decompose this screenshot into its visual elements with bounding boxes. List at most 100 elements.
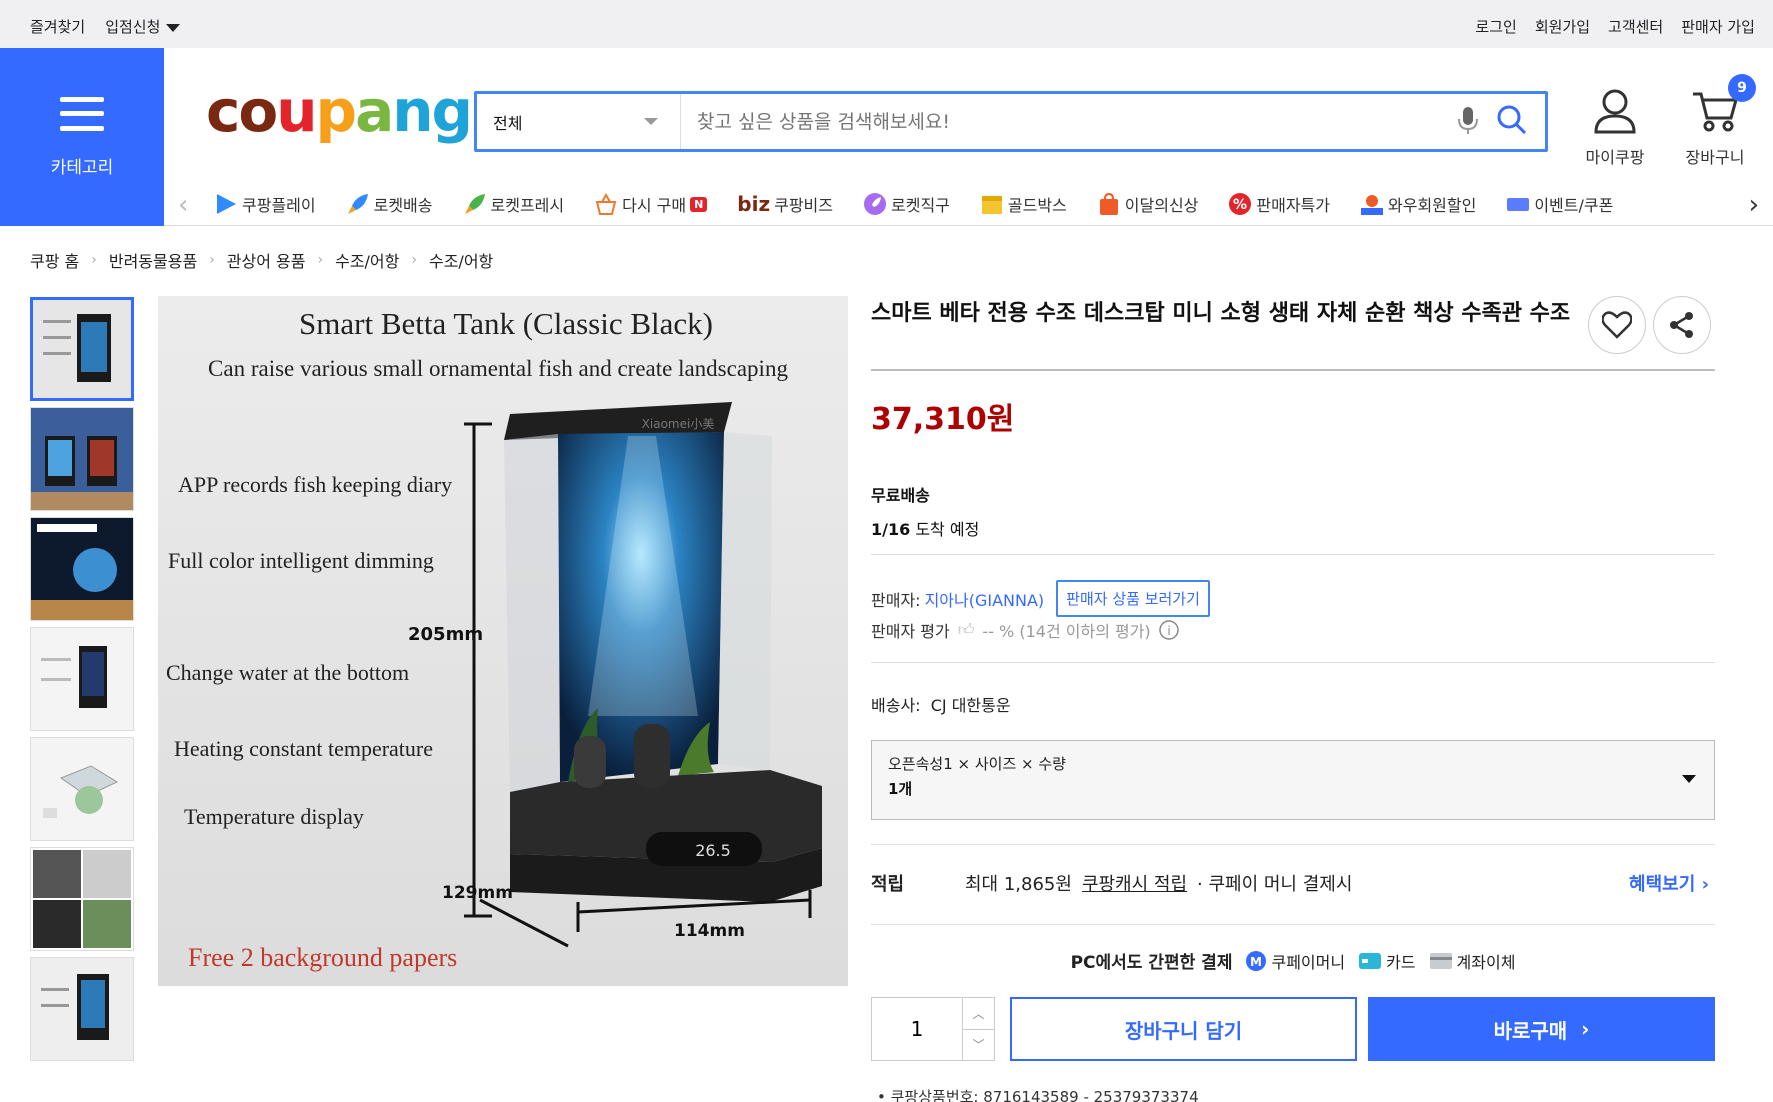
seller-row: 판매자: 지아나(GIANNA) 판매자 상품 보러가기 [871, 580, 1210, 617]
image-feature: APP records fish keeping diary [178, 472, 452, 497]
play-icon [217, 194, 236, 214]
breadcrumb-item[interactable]: 관상어 용품 [227, 248, 306, 272]
nav-item-coupang-play[interactable]: 쿠팡플레이 [214, 192, 316, 216]
thumbnail[interactable] [30, 957, 134, 1061]
image-heading: Smart Betta Tank (Classic Black) [299, 306, 713, 341]
chevron-right-icon: › [317, 252, 324, 268]
arrival-date: 1/16 [871, 520, 911, 539]
seller-rating-row: 판매자 평가 👍︎ -- % (14건 이하의 평가) i [871, 618, 1179, 642]
user-icon [1594, 89, 1636, 134]
partner-apply-menu[interactable]: 입점신청 [105, 16, 181, 37]
search-icon[interactable] [1497, 105, 1527, 139]
temperature-display: 26.5 [695, 841, 731, 860]
divider [871, 662, 1715, 663]
nav-item-label: 이벤트/쿠폰 [1534, 196, 1614, 215]
option-attributes: 오픈속성1 × 사이즈 × 수량 [888, 755, 1066, 773]
thumbnail[interactable] [30, 297, 134, 401]
category-menu-button[interactable]: 카테고리 [0, 48, 164, 226]
seller-name-link[interactable]: 지아나(GIANNA) [925, 587, 1045, 611]
quantity-stepper: ︿ ﹀ [871, 997, 995, 1061]
thumbnail[interactable] [30, 517, 134, 621]
thumbnail[interactable] [30, 407, 134, 511]
signup-link[interactable]: 회원가입 [1535, 16, 1590, 37]
breadcrumb-item[interactable]: 반려동물용품 [109, 248, 197, 272]
my-coupang-link[interactable]: 마이쿠팡 [1584, 88, 1646, 168]
payment-method-transfer: 계좌이체 [1429, 949, 1515, 973]
thumbs-up-icon: 👍︎ [957, 620, 975, 639]
nav-item-coupang-biz[interactable]: biz 쿠팡비즈 [737, 192, 833, 216]
payment-methods: PC에서도 간편한 결제 M 쿠페이머니 카드 계좌이체 [871, 948, 1715, 973]
nav-item-new-arrivals[interactable]: 이달의신상 [1097, 192, 1199, 216]
wishlist-button[interactable] [1588, 296, 1646, 354]
info-icon[interactable]: i [1158, 620, 1179, 640]
carrier-name: CJ 대한통운 [930, 696, 1011, 715]
thumbnail[interactable] [30, 737, 134, 841]
chevron-down-icon [1682, 775, 1696, 783]
seller-label: 판매자: [871, 590, 921, 610]
add-to-cart-button[interactable]: 장바구니 담기 [1010, 997, 1357, 1061]
seller-rating-value: -- % (14건 이하의 평가) [982, 622, 1151, 641]
coupon-icon [1507, 198, 1530, 211]
search-scope-select[interactable]: 전체 [477, 94, 681, 149]
coupang-logo[interactable]: coupang [206, 82, 473, 140]
benefits-link[interactable]: 혜택보기 › [1629, 870, 1709, 896]
quantity-increase-icon[interactable]: ︿ [963, 998, 994, 1029]
nav-item-goldbox[interactable]: 골드박스 [980, 192, 1067, 216]
chevron-right-icon: › [209, 252, 215, 268]
buy-now-button[interactable]: 바로구매 › [1368, 997, 1715, 1061]
nav-next-arrow-icon[interactable]: › [1749, 190, 1759, 220]
image-feature: Temperature display [184, 804, 364, 829]
arrival-estimate: 1/16 도착 예정 [871, 516, 979, 540]
thumbnail[interactable] [30, 627, 134, 731]
nav-item-rocket-global[interactable]: 로켓직구 [863, 192, 950, 216]
shipping-info: 무료배송 1/16 도착 예정 [871, 482, 979, 540]
chevron-down-icon [644, 118, 658, 125]
card-icon [1359, 952, 1382, 969]
seller-signup-link[interactable]: 판매자 가입 [1681, 16, 1755, 37]
main-product-image[interactable]: Smart Betta Tank (Classic Black) Can rai… [158, 296, 848, 986]
cart-count-badge: 9 [1728, 74, 1756, 102]
nav-item-label: 쿠팡플레이 [242, 196, 316, 215]
customer-center-link[interactable]: 고객센터 [1608, 16, 1663, 37]
image-subheading: Can raise various small ornamental fish … [208, 356, 788, 381]
new-bag-icon [1099, 192, 1118, 215]
favorites-link[interactable]: 즐겨찾기 [30, 16, 85, 37]
nav-item-wow-discount[interactable]: 와우회원할인 [1360, 192, 1476, 216]
option-select[interactable]: 오픈속성1 × 사이즈 × 수량 1개 [871, 740, 1715, 820]
shipping-label: 무료배송 [871, 486, 930, 505]
microphone-icon[interactable] [1457, 105, 1479, 139]
thumbnail[interactable] [30, 847, 134, 951]
coupang-cash-link[interactable]: 쿠팡캐시 적립 [1082, 870, 1187, 896]
login-link[interactable]: 로그인 [1475, 16, 1516, 37]
nav-item-events-coupons[interactable]: 이벤트/쿠폰 [1506, 192, 1613, 216]
tank-brand: Xiaomei小美 [642, 417, 715, 431]
share-button[interactable] [1653, 296, 1711, 354]
nav-item-label: 로켓프레시 [490, 196, 565, 215]
nav-item-rocket-delivery[interactable]: 로켓배송 [346, 192, 433, 216]
quantity-decrease-icon[interactable]: ﹀ [963, 1028, 994, 1061]
nav-items: 쿠팡플레이 로켓배송 로켓프레시 다시 구매 N biz 쿠팡비즈 로켓직구 골… [214, 192, 1724, 216]
nav-item-label: 이달의신상 [1124, 196, 1199, 215]
divider [871, 924, 1715, 925]
reward-amount: 최대 1,865원 [965, 874, 1072, 895]
breadcrumb-item[interactable]: 수조/어항 [429, 248, 493, 272]
breadcrumb-item[interactable]: 쿠팡 홈 [30, 248, 79, 272]
payment-method-card: 카드 [1359, 949, 1416, 973]
percent-icon: % [1229, 193, 1252, 215]
nav-prev-arrow-icon[interactable]: ‹ [178, 190, 188, 220]
quantity-input[interactable] [872, 998, 962, 1060]
nav-item-rocket-fresh[interactable]: 로켓프레시 [463, 192, 565, 216]
product-title: 스마트 베타 전용 수조 데스크탑 미니 소형 생태 자체 순환 책상 수족관 … [871, 301, 1571, 326]
nav-item-rebuy[interactable]: 다시 구매 N [594, 192, 708, 216]
seller-products-button[interactable]: 판매자 상품 보러가기 [1056, 580, 1210, 617]
benefits-link-label: 혜택보기 [1629, 874, 1696, 895]
divider [871, 844, 1715, 845]
chevron-right-icon: › [1581, 1017, 1590, 1041]
breadcrumb-item[interactable]: 수조/어항 [335, 248, 399, 272]
search-input[interactable] [681, 94, 1457, 149]
seller-rating-label: 판매자 평가 [871, 622, 950, 641]
goldbox-icon [981, 196, 1002, 214]
rebuy-basket-icon [595, 192, 617, 215]
height-dimension: 205mm [408, 624, 483, 645]
nav-item-seller-deals[interactable]: % 판매자특가 [1228, 192, 1330, 216]
